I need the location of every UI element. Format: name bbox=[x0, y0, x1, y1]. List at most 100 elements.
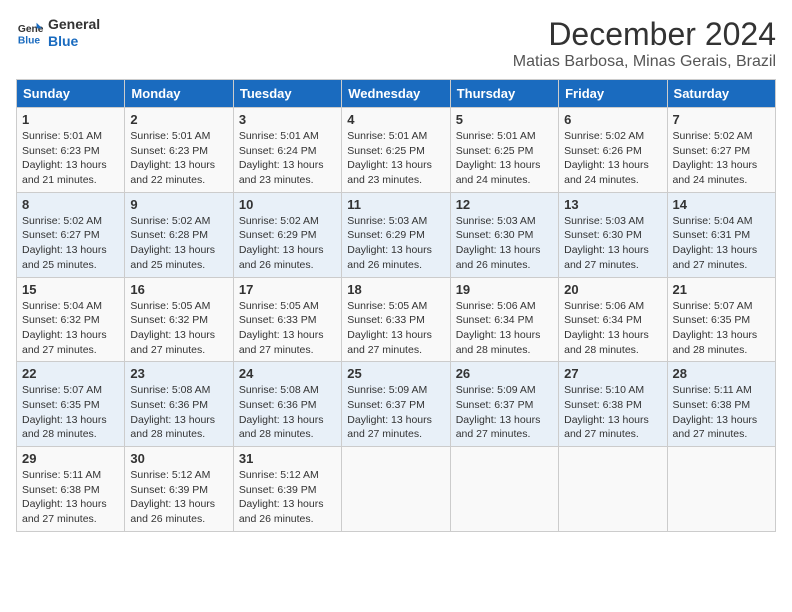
day-number: 17 bbox=[239, 282, 336, 297]
logo-line1: General bbox=[48, 16, 100, 33]
day-info: Sunrise: 5:08 AM Sunset: 6:36 PM Dayligh… bbox=[130, 383, 227, 442]
calendar-table: SundayMondayTuesdayWednesdayThursdayFrid… bbox=[16, 79, 776, 532]
day-cell: 18Sunrise: 5:05 AM Sunset: 6:33 PM Dayli… bbox=[342, 277, 450, 362]
day-info: Sunrise: 5:04 AM Sunset: 6:32 PM Dayligh… bbox=[22, 299, 119, 358]
day-cell: 9Sunrise: 5:02 AM Sunset: 6:28 PM Daylig… bbox=[125, 192, 233, 277]
logo-icon: General Blue bbox=[16, 19, 44, 47]
svg-text:General: General bbox=[18, 24, 44, 35]
day-cell: 11 Sunrise: 5:03 AM Sunset: 6:29 PM Dayli… bbox=[342, 192, 450, 277]
day-info: Sunrise: 5:11 AM Sunset: 6:38 PM Dayligh… bbox=[673, 383, 770, 442]
day-number: 1 bbox=[22, 112, 119, 127]
month-title: December 2024 bbox=[513, 16, 776, 53]
day-number: 28 bbox=[673, 366, 770, 381]
day-info: Sunrise: 5:03 AM Sunset: 6:29 PM Dayligh… bbox=[347, 214, 444, 273]
day-cell: 16Sunrise: 5:05 AM Sunset: 6:32 PM Dayli… bbox=[125, 277, 233, 362]
title-section: December 2024 Matias Barbosa, Minas Gera… bbox=[513, 16, 776, 71]
day-info: Sunrise: 5:01 AM Sunset: 6:25 PM Dayligh… bbox=[347, 129, 444, 188]
day-number: 21 bbox=[673, 282, 770, 297]
day-cell: 1 Sunrise: 5:01 AM Sunset: 6:23 PM Daylig… bbox=[17, 108, 125, 193]
day-info: Sunrise: 5:01 AM Sunset: 6:24 PM Dayligh… bbox=[239, 129, 336, 188]
day-cell: 4 Sunrise: 5:01 AM Sunset: 6:25 PM Daylig… bbox=[342, 108, 450, 193]
col-header-friday: Friday bbox=[559, 80, 667, 108]
day-cell: 13 Sunrise: 5:03 AM Sunset: 6:30 PM Dayli… bbox=[559, 192, 667, 277]
day-number: 7 bbox=[673, 112, 770, 127]
day-cell: 23 Sunrise: 5:08 AM Sunset: 6:36 PM Dayli… bbox=[125, 362, 233, 447]
day-info: Sunrise: 5:08 AM Sunset: 6:36 PM Dayligh… bbox=[239, 383, 336, 442]
day-info: Sunrise: 5:07 AM Sunset: 6:35 PM Dayligh… bbox=[673, 299, 770, 358]
day-cell: 14 Sunrise: 5:04 AM Sunset: 6:31 PM Dayli… bbox=[667, 192, 775, 277]
day-cell: 30 Sunrise: 5:12 AM Sunset: 6:39 PM Dayli… bbox=[125, 447, 233, 532]
day-number: 12 bbox=[456, 197, 553, 212]
day-cell: 6 Sunrise: 5:02 AM Sunset: 6:26 PM Daylig… bbox=[559, 108, 667, 193]
day-number: 4 bbox=[347, 112, 444, 127]
week-row-3: 15 Sunrise: 5:04 AM Sunset: 6:32 PM Dayli… bbox=[17, 277, 776, 362]
day-cell: 5 Sunrise: 5:01 AM Sunset: 6:25 PM Daylig… bbox=[450, 108, 558, 193]
day-cell: 2 Sunrise: 5:01 AM Sunset: 6:23 PM Daylig… bbox=[125, 108, 233, 193]
day-info: Sunrise: 5:12 AM Sunset: 6:39 PM Dayligh… bbox=[239, 468, 336, 527]
week-row-2: 8Sunrise: 5:02 AM Sunset: 6:27 PM Daylig… bbox=[17, 192, 776, 277]
week-row-5: 29Sunrise: 5:11 AM Sunset: 6:38 PM Dayli… bbox=[17, 447, 776, 532]
day-cell: 19 Sunrise: 5:06 AM Sunset: 6:34 PM Dayli… bbox=[450, 277, 558, 362]
day-info: Sunrise: 5:02 AM Sunset: 6:26 PM Dayligh… bbox=[564, 129, 661, 188]
day-info: Sunrise: 5:01 AM Sunset: 6:23 PM Dayligh… bbox=[130, 129, 227, 188]
day-cell bbox=[559, 447, 667, 532]
day-info: Sunrise: 5:05 AM Sunset: 6:32 PM Dayligh… bbox=[130, 299, 227, 358]
day-cell: 15 Sunrise: 5:04 AM Sunset: 6:32 PM Dayli… bbox=[17, 277, 125, 362]
header: General Blue General Blue December 2024 … bbox=[16, 16, 776, 71]
day-cell: 3 Sunrise: 5:01 AM Sunset: 6:24 PM Daylig… bbox=[233, 108, 341, 193]
day-number: 5 bbox=[456, 112, 553, 127]
day-number: 2 bbox=[130, 112, 227, 127]
day-number: 19 bbox=[456, 282, 553, 297]
day-number: 15 bbox=[22, 282, 119, 297]
col-header-saturday: Saturday bbox=[667, 80, 775, 108]
day-info: Sunrise: 5:01 AM Sunset: 6:25 PM Dayligh… bbox=[456, 129, 553, 188]
header-row: SundayMondayTuesdayWednesdayThursdayFrid… bbox=[17, 80, 776, 108]
day-number: 10 bbox=[239, 197, 336, 212]
day-number: 24 bbox=[239, 366, 336, 381]
day-info: Sunrise: 5:10 AM Sunset: 6:38 PM Dayligh… bbox=[564, 383, 661, 442]
day-number: 6 bbox=[564, 112, 661, 127]
day-cell: 26Sunrise: 5:09 AM Sunset: 6:37 PM Dayli… bbox=[450, 362, 558, 447]
day-number: 14 bbox=[673, 197, 770, 212]
day-info: Sunrise: 5:06 AM Sunset: 6:34 PM Dayligh… bbox=[456, 299, 553, 358]
day-info: Sunrise: 5:06 AM Sunset: 6:34 PM Dayligh… bbox=[564, 299, 661, 358]
day-info: Sunrise: 5:07 AM Sunset: 6:35 PM Dayligh… bbox=[22, 383, 119, 442]
day-number: 11 bbox=[347, 197, 444, 212]
day-info: Sunrise: 5:03 AM Sunset: 6:30 PM Dayligh… bbox=[564, 214, 661, 273]
col-header-sunday: Sunday bbox=[17, 80, 125, 108]
day-number: 30 bbox=[130, 451, 227, 466]
day-info: Sunrise: 5:03 AM Sunset: 6:30 PM Dayligh… bbox=[456, 214, 553, 273]
day-cell: 10 Sunrise: 5:02 AM Sunset: 6:29 PM Dayli… bbox=[233, 192, 341, 277]
day-info: Sunrise: 5:04 AM Sunset: 6:31 PM Dayligh… bbox=[673, 214, 770, 273]
col-header-thursday: Thursday bbox=[450, 80, 558, 108]
day-number: 3 bbox=[239, 112, 336, 127]
location-title: Matias Barbosa, Minas Gerais, Brazil bbox=[513, 53, 776, 71]
day-cell bbox=[667, 447, 775, 532]
logo-line2: Blue bbox=[48, 33, 100, 50]
day-cell: 7 Sunrise: 5:02 AM Sunset: 6:27 PM Daylig… bbox=[667, 108, 775, 193]
day-cell: 28 Sunrise: 5:11 AM Sunset: 6:38 PM Dayli… bbox=[667, 362, 775, 447]
day-info: Sunrise: 5:09 AM Sunset: 6:37 PM Dayligh… bbox=[347, 383, 444, 442]
day-number: 23 bbox=[130, 366, 227, 381]
day-info: Sunrise: 5:02 AM Sunset: 6:27 PM Dayligh… bbox=[673, 129, 770, 188]
day-number: 31 bbox=[239, 451, 336, 466]
logo: General Blue General Blue bbox=[16, 16, 100, 50]
day-cell: 24 Sunrise: 5:08 AM Sunset: 6:36 PM Dayli… bbox=[233, 362, 341, 447]
day-cell: 29Sunrise: 5:11 AM Sunset: 6:38 PM Dayli… bbox=[17, 447, 125, 532]
day-cell: 27 Sunrise: 5:10 AM Sunset: 6:38 PM Dayli… bbox=[559, 362, 667, 447]
day-info: Sunrise: 5:11 AM Sunset: 6:38 PM Dayligh… bbox=[22, 468, 119, 527]
day-number: 13 bbox=[564, 197, 661, 212]
day-cell: 17Sunrise: 5:05 AM Sunset: 6:33 PM Dayli… bbox=[233, 277, 341, 362]
day-info: Sunrise: 5:12 AM Sunset: 6:39 PM Dayligh… bbox=[130, 468, 227, 527]
day-cell: 25Sunrise: 5:09 AM Sunset: 6:37 PM Dayli… bbox=[342, 362, 450, 447]
day-number: 22 bbox=[22, 366, 119, 381]
day-info: Sunrise: 5:02 AM Sunset: 6:29 PM Dayligh… bbox=[239, 214, 336, 273]
day-cell: 12 Sunrise: 5:03 AM Sunset: 6:30 PM Dayli… bbox=[450, 192, 558, 277]
week-row-4: 22 Sunrise: 5:07 AM Sunset: 6:35 PM Dayli… bbox=[17, 362, 776, 447]
col-header-monday: Monday bbox=[125, 80, 233, 108]
col-header-wednesday: Wednesday bbox=[342, 80, 450, 108]
day-number: 20 bbox=[564, 282, 661, 297]
day-number: 27 bbox=[564, 366, 661, 381]
day-info: Sunrise: 5:01 AM Sunset: 6:23 PM Dayligh… bbox=[22, 129, 119, 188]
day-cell: 21 Sunrise: 5:07 AM Sunset: 6:35 PM Dayli… bbox=[667, 277, 775, 362]
